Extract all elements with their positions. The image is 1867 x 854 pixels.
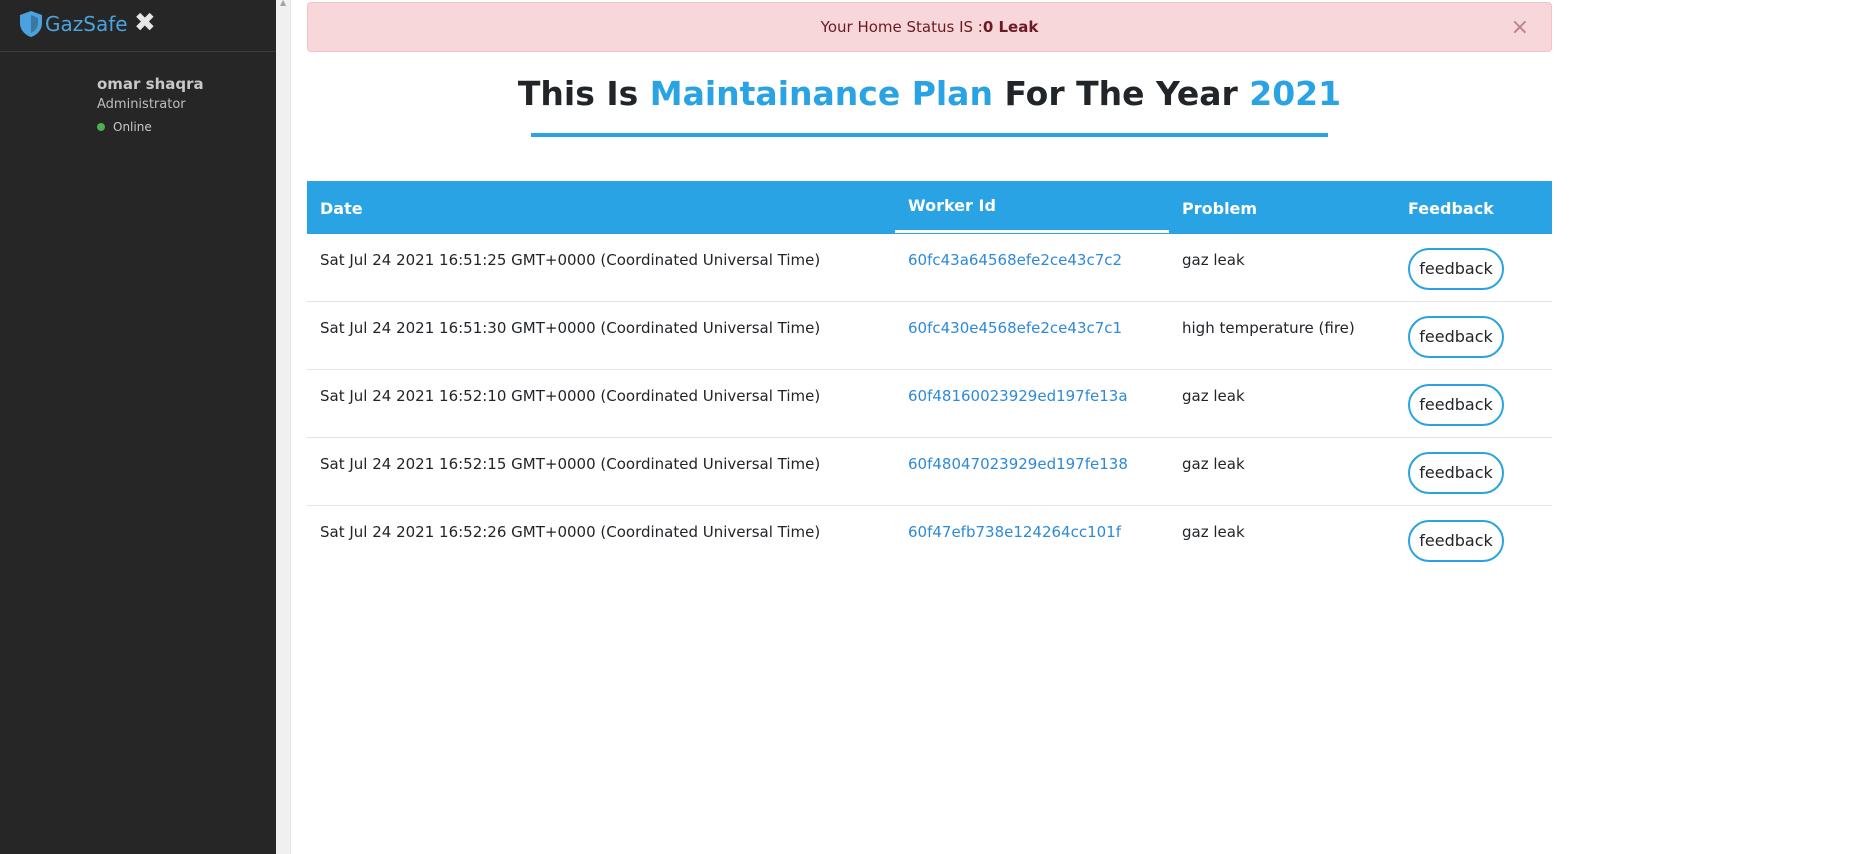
header-problem[interactable]: Problem bbox=[1182, 181, 1257, 234]
title-part-2: For The Year bbox=[992, 74, 1250, 113]
title-part-1: This Is bbox=[517, 74, 650, 113]
page-title: This Is Maintainance Plan For The Year 2… bbox=[307, 74, 1552, 113]
table-row: Sat Jul 24 2021 16:51:25 GMT+0000 (Coord… bbox=[307, 234, 1552, 302]
sidebar-divider bbox=[0, 51, 276, 52]
feedback-button[interactable]: feedback bbox=[1408, 316, 1504, 358]
vertical-scrollbar[interactable]: ▲ bbox=[276, 0, 291, 854]
table-row: Sat Jul 24 2021 16:52:15 GMT+0000 (Coord… bbox=[307, 438, 1552, 506]
worker-id-link[interactable]: 60fc43a64568efe2ce43c7c2 bbox=[908, 251, 1122, 269]
feedback-button[interactable]: feedback bbox=[1408, 248, 1504, 290]
header-worker-id[interactable]: Worker Id bbox=[908, 180, 996, 233]
worker-id-link[interactable]: 60f48047023929ed197fe138 bbox=[908, 455, 1128, 473]
title-accent-year: 2021 bbox=[1249, 74, 1342, 113]
worker-id-link[interactable]: 60f48160023929ed197fe13a bbox=[908, 387, 1128, 405]
table-row: Sat Jul 24 2021 16:52:10 GMT+0000 (Coord… bbox=[307, 370, 1552, 438]
title-accent-plan: Maintainance Plan bbox=[649, 74, 993, 113]
worker-id-link[interactable]: 60f47efb738e124264cc101f bbox=[908, 523, 1121, 541]
cell-problem: gaz leak bbox=[1182, 251, 1245, 269]
header-worker-underline bbox=[895, 230, 1169, 233]
cell-date: Sat Jul 24 2021 16:52:15 GMT+0000 (Coord… bbox=[320, 455, 821, 473]
feedback-button[interactable]: feedback bbox=[1408, 452, 1504, 494]
maintenance-table: Date Worker Id Problem Feedback Sat Jul … bbox=[307, 181, 1552, 574]
status-alert: Your Home Status IS :0 Leak × bbox=[307, 2, 1552, 52]
user-status-label: Online bbox=[113, 120, 152, 134]
scroll-up-icon[interactable]: ▲ bbox=[280, 0, 286, 7]
cell-problem: gaz leak bbox=[1182, 387, 1245, 405]
user-role: Administrator bbox=[97, 97, 186, 112]
feedback-button[interactable]: feedback bbox=[1408, 520, 1504, 562]
shield-icon bbox=[18, 10, 44, 38]
cell-problem: gaz leak bbox=[1182, 455, 1245, 473]
table-header: Date Worker Id Problem Feedback bbox=[307, 181, 1552, 234]
table-row: Sat Jul 24 2021 16:51:30 GMT+0000 (Coord… bbox=[307, 302, 1552, 370]
cell-date: Sat Jul 24 2021 16:52:26 GMT+0000 (Coord… bbox=[320, 523, 821, 541]
feedback-button[interactable]: feedback bbox=[1408, 384, 1504, 426]
cell-date: Sat Jul 24 2021 16:51:25 GMT+0000 (Coord… bbox=[320, 251, 821, 269]
cell-problem: gaz leak bbox=[1182, 523, 1245, 541]
alert-close-icon[interactable]: × bbox=[1511, 17, 1529, 39]
status-dot-icon bbox=[97, 123, 105, 131]
worker-id-link[interactable]: 60fc430e4568efe2ce43c7c1 bbox=[908, 319, 1122, 337]
header-feedback[interactable]: Feedback bbox=[1408, 181, 1494, 234]
user-name: omar shaqra bbox=[97, 75, 204, 93]
table-row: Sat Jul 24 2021 16:52:26 GMT+0000 (Coord… bbox=[307, 506, 1552, 574]
cell-date: Sat Jul 24 2021 16:52:10 GMT+0000 (Coord… bbox=[320, 387, 821, 405]
alert-status-value: 0 Leak bbox=[982, 18, 1039, 36]
title-underline bbox=[531, 133, 1328, 137]
header-date[interactable]: Date bbox=[320, 181, 363, 234]
brand-name: GazSafe bbox=[45, 12, 128, 36]
brand-logo[interactable]: GazSafe bbox=[18, 9, 128, 39]
user-status: Online bbox=[97, 120, 152, 134]
sidebar: GazSafe ✖ omar shaqra Administrator Onli… bbox=[0, 0, 276, 854]
cell-date: Sat Jul 24 2021 16:51:30 GMT+0000 (Coord… bbox=[320, 319, 821, 337]
cell-problem: high temperature (fire) bbox=[1182, 319, 1355, 337]
close-icon[interactable]: ✖ bbox=[134, 9, 156, 37]
alert-prefix: Your Home Status IS : bbox=[820, 18, 983, 36]
